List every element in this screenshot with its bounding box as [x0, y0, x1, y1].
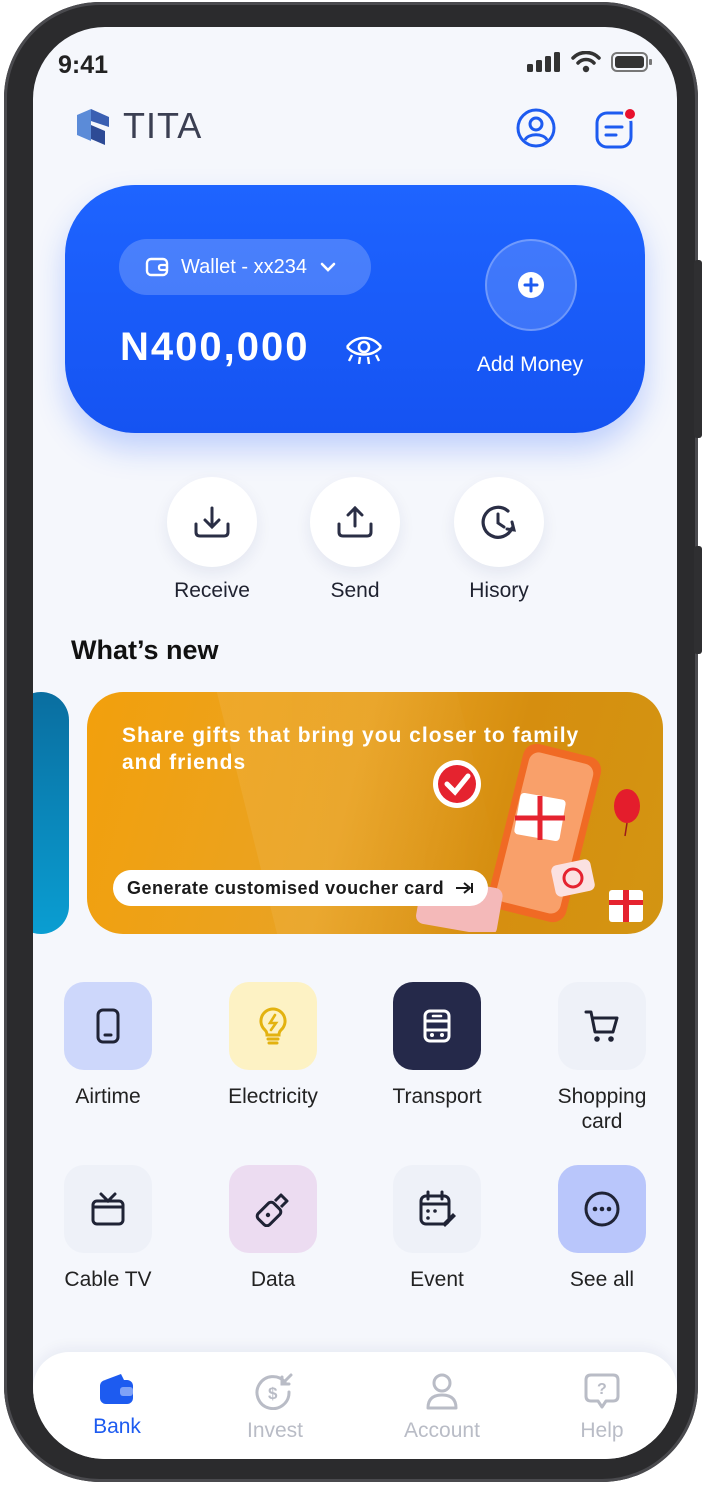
cable-tv-tile[interactable]: [64, 1165, 152, 1253]
svg-text:?: ?: [597, 1381, 607, 1398]
tita-logo-icon: [77, 109, 109, 145]
transport-label: Transport: [392, 1085, 482, 1108]
service-transport[interactable]: Transport: [372, 982, 502, 1109]
cable-tv-label: Cable TV: [64, 1268, 152, 1291]
service-shopping-card[interactable]: Shopping card: [537, 982, 667, 1134]
service-event[interactable]: Event: [372, 1165, 502, 1292]
add-money-label[interactable]: Add Money: [455, 353, 605, 377]
event-label: Event: [410, 1268, 464, 1291]
message-icon: [595, 107, 637, 149]
hide-balance-icon[interactable]: [344, 333, 384, 367]
add-money-button[interactable]: [485, 239, 577, 331]
tab-invest-label: Invest: [246, 1419, 304, 1442]
phone-frame: 9:41 TITA Wallet - xx234 N400,000 Add Mo…: [4, 2, 702, 1482]
service-airtime[interactable]: Airtime: [43, 982, 173, 1109]
calendar-icon: [419, 1190, 456, 1227]
send-action[interactable]: Send: [295, 477, 415, 603]
wallet-icon: [100, 1374, 133, 1404]
send-label: Send: [330, 579, 380, 602]
shopping-card-label: Shopping card: [557, 1085, 647, 1133]
brand-name: TITA: [123, 105, 203, 146]
electricity-tile[interactable]: [229, 982, 317, 1070]
bulb-icon: [259, 1007, 287, 1045]
send-button[interactable]: [310, 477, 400, 567]
brand-logo: TITA: [71, 105, 202, 147]
history-action[interactable]: Hisory: [439, 477, 559, 603]
svg-text:$: $: [268, 1384, 278, 1403]
wallet-card: Wallet - xx234 N400,000 Add Money: [65, 185, 645, 433]
notification-dot: [623, 107, 637, 121]
receive-action[interactable]: Receive: [152, 477, 272, 603]
service-see-all[interactable]: See all: [537, 1165, 667, 1292]
tab-help[interactable]: ? Help: [542, 1372, 662, 1443]
wallet-balance: N400,000: [120, 325, 310, 369]
service-cable-tv[interactable]: Cable TV: [43, 1165, 173, 1292]
history-label: Hisory: [469, 579, 529, 602]
tab-help-label: Help: [580, 1419, 624, 1442]
messages-button[interactable]: [594, 107, 640, 156]
usb-icon: [255, 1193, 289, 1227]
battery-icon: [611, 52, 652, 72]
more-icon: [584, 1191, 620, 1227]
shopping-card-tile[interactable]: [558, 982, 646, 1070]
whats-new-title: What’s new: [71, 635, 219, 665]
plus-circle-icon: [518, 272, 544, 298]
tab-bank[interactable]: Bank: [57, 1372, 177, 1439]
event-tile[interactable]: [393, 1165, 481, 1253]
wifi-icon: [571, 51, 601, 73]
side-button: [694, 260, 702, 438]
voucher-cta-button[interactable]: Generate customised voucher card: [113, 870, 489, 906]
status-time: 9:41: [58, 51, 109, 79]
arrow-right-icon: [456, 882, 474, 894]
history-button[interactable]: [454, 477, 544, 567]
cart-icon: [584, 1010, 619, 1042]
user-circle-icon: [516, 108, 556, 148]
upload-icon: [337, 505, 373, 538]
tab-account[interactable]: Account: [382, 1372, 502, 1443]
wallet-account-label: Wallet - xx234: [181, 255, 307, 278]
voucher-cta-label: Generate customised voucher card: [127, 877, 445, 898]
wallet-selector[interactable]: Wallet - xx234: [119, 239, 371, 295]
invest-icon: $: [255, 1373, 293, 1411]
promo-card-previous[interactable]: [33, 692, 69, 934]
service-electricity[interactable]: Electricity: [208, 982, 338, 1109]
help-chat-icon: ?: [584, 1373, 620, 1409]
electricity-label: Electricity: [228, 1085, 318, 1108]
data-tile[interactable]: [229, 1165, 317, 1253]
tv-icon: [91, 1192, 125, 1226]
tab-invest[interactable]: $ Invest: [215, 1372, 335, 1443]
chevron-down-icon: [320, 262, 336, 272]
airtime-tile[interactable]: [64, 982, 152, 1070]
download-icon: [194, 506, 230, 538]
signal-icon: [527, 52, 560, 72]
service-data[interactable]: Data: [208, 1165, 338, 1292]
airtime-label: Airtime: [75, 1085, 141, 1108]
user-icon: [426, 1373, 458, 1410]
transport-tile[interactable]: [393, 982, 481, 1070]
data-label: Data: [250, 1268, 296, 1291]
receive-label: Receive: [174, 579, 250, 602]
wallet-icon: [145, 257, 169, 277]
phone-icon: [96, 1008, 120, 1044]
status-icons: [527, 51, 653, 73]
bus-icon: [423, 1009, 451, 1043]
side-button: [694, 546, 702, 654]
promo-card[interactable]: Share gifts that bring you closer to fam…: [87, 692, 663, 934]
tab-bank-label: Bank: [93, 1415, 141, 1438]
see-all-label: See all: [569, 1268, 635, 1291]
tab-account-label: Account: [404, 1419, 480, 1442]
see-all-tile[interactable]: [558, 1165, 646, 1253]
profile-button[interactable]: [515, 107, 557, 154]
receive-button[interactable]: [167, 477, 257, 567]
history-icon: [481, 505, 516, 539]
bottom-tab-bar: Bank $ Invest Account ? Help: [33, 1352, 677, 1459]
app-screen: 9:41 TITA Wallet - xx234 N400,000 Add Mo…: [33, 27, 677, 1459]
